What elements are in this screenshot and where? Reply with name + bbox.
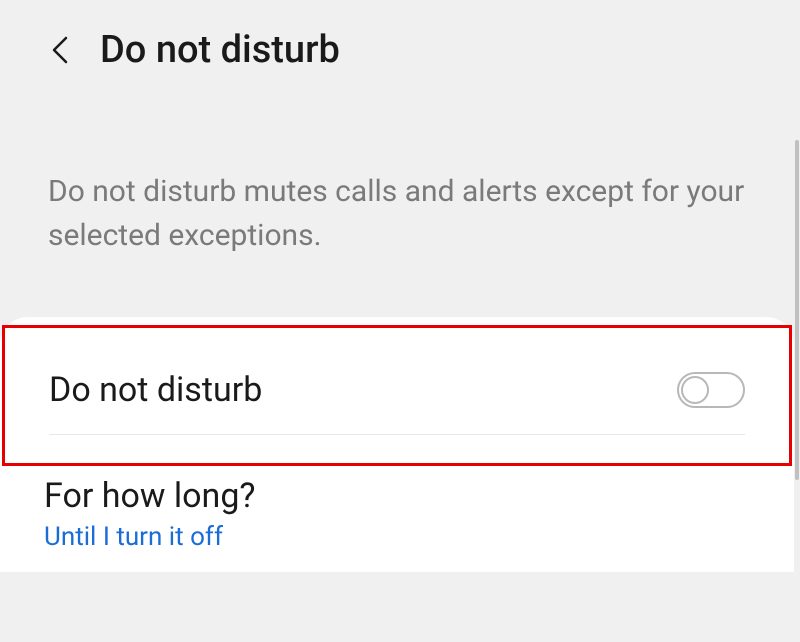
dnd-setting-row[interactable]: Do not disturb — [5, 328, 789, 463]
description-text: Do not disturb mutes calls and alerts ex… — [0, 100, 800, 317]
header: Do not disturb — [0, 0, 800, 100]
toggle-knob — [681, 376, 709, 404]
page-title: Do not disturb — [100, 28, 340, 72]
settings-list: Do not disturb For how long? Until I tur… — [0, 317, 794, 572]
duration-setting-row[interactable]: For how long? Until I turn it off — [0, 466, 794, 572]
duration-label: For how long? — [44, 476, 750, 516]
dnd-label: Do not disturb — [49, 370, 262, 410]
back-icon[interactable] — [48, 38, 72, 62]
dnd-toggle[interactable] — [677, 372, 745, 408]
scrollbar[interactable] — [795, 140, 799, 480]
highlight-annotation: Do not disturb — [2, 325, 792, 466]
duration-value: Until I turn it off — [44, 522, 750, 552]
